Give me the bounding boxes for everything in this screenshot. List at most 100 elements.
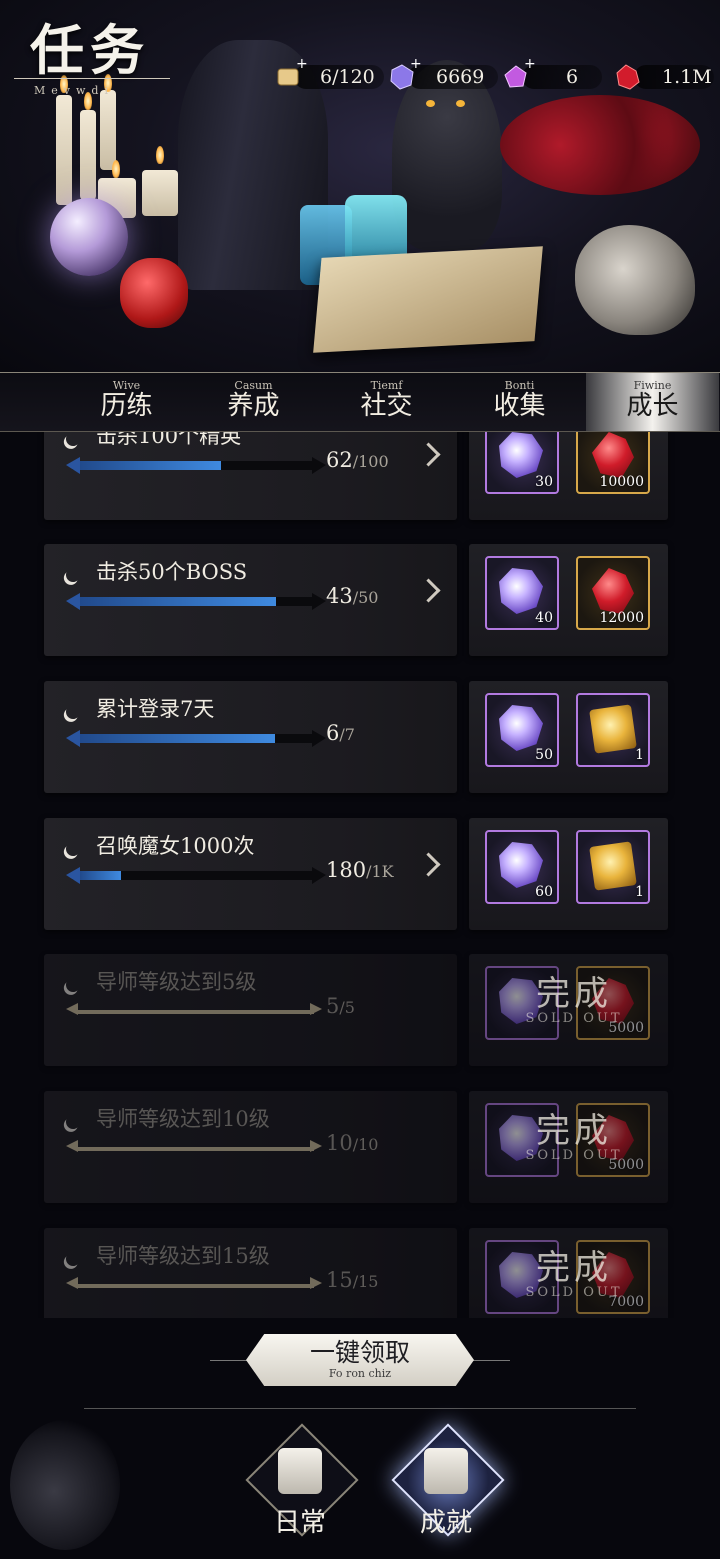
tab-growth[interactable]: Fiwine 成长 <box>586 373 719 431</box>
candle-decoration <box>142 170 178 216</box>
task-name: 召唤魔女1000次 <box>96 834 255 858</box>
page-subtitle: Mevwdi <box>34 84 114 97</box>
progress-current: 6 <box>326 721 340 745</box>
gold-ticket-icon <box>589 704 637 754</box>
task-list[interactable]: 击杀100个精英 62/100 30 10000 击杀50个BOSS 43/50 <box>0 432 720 1318</box>
reward-qty: 60 <box>535 884 553 900</box>
tab-label: 养成 <box>227 391 280 421</box>
reward-item[interactable]: 30 <box>485 432 559 494</box>
task-card[interactable]: 累计登录7天 6/7 <box>44 681 457 793</box>
moon-icon <box>64 432 82 448</box>
progress-bar <box>66 593 326 610</box>
progress-current: 43 <box>326 584 353 608</box>
reward-item[interactable]: 12000 <box>576 556 650 630</box>
stamp-cn: 完成 <box>536 1248 612 1288</box>
chevron-right-icon[interactable] <box>416 442 441 467</box>
moon-icon <box>64 1250 82 1268</box>
progress-bar <box>66 1003 322 1016</box>
task-card[interactable]: 击杀100个精英 62/100 <box>44 432 457 520</box>
moon-icon <box>64 1113 82 1131</box>
task-card: 导师等级达到5级 5/5 <box>44 954 457 1066</box>
chevron-right-icon[interactable] <box>416 578 441 603</box>
reward-qty: 12000 <box>599 610 644 626</box>
nav-daily[interactable]: 日常 <box>240 1420 360 1550</box>
divider-line <box>470 1360 510 1361</box>
rose-decoration <box>10 1420 120 1550</box>
moon-icon <box>64 976 82 994</box>
reward-item[interactable]: 40 <box>485 556 559 630</box>
progress-total: /100 <box>352 452 389 471</box>
reward-item[interactable]: 1 <box>576 830 650 904</box>
claim-all-button[interactable]: 一键领取 Fo ron chiz <box>246 1334 474 1386</box>
moon-icon <box>64 703 82 721</box>
task-row: 召唤魔女1000次 180/1K 60 1 <box>44 818 668 930</box>
task-card[interactable]: 击杀50个BOSS 43/50 <box>44 544 457 656</box>
progress-total: /10 <box>352 1135 379 1154</box>
stamp-en: SOLD OUT <box>525 1285 623 1300</box>
nav-label: 成就 <box>419 1508 472 1538</box>
chevron-right-icon[interactable] <box>416 852 441 877</box>
resource-violet-gem[interactable]: + 6 <box>502 56 602 94</box>
tab-collect[interactable]: Bonti 收集 <box>453 373 586 431</box>
add-icon[interactable]: + <box>410 56 422 72</box>
progress-total: /1K <box>366 862 394 881</box>
task-name: 导师等级达到5级 <box>96 970 257 994</box>
task-card: 导师等级达到10级 10/10 <box>44 1091 457 1203</box>
progress-bar <box>66 867 326 884</box>
page-title-text: 任务 <box>30 18 150 82</box>
task-row-completed: 导师等级达到5级 5/5 5000 完成 SOLD OUT <box>44 954 668 1066</box>
reward-panel: 60 1 <box>469 818 668 930</box>
progress-text: 6/7 <box>326 721 355 745</box>
reward-item[interactable]: 1 <box>576 693 650 767</box>
stamp-en: SOLD OUT <box>525 1011 623 1026</box>
progress-text: 43/50 <box>326 584 378 608</box>
reward-panel: 30 10000 <box>469 432 668 520</box>
progress-fill <box>80 871 121 880</box>
progress-fill <box>80 461 221 470</box>
tab-cultivate[interactable]: Casum 养成 <box>187 373 320 431</box>
task-name: 击杀100个精英 <box>96 432 242 448</box>
task-card[interactable]: 召唤魔女1000次 180/1K <box>44 818 457 930</box>
reward-item[interactable]: 10000 <box>576 432 650 494</box>
red-gem-icon <box>592 432 634 478</box>
task-name: 导师等级达到15级 <box>96 1244 270 1268</box>
task-row-completed: 导师等级达到15级 15/15 7000 完成 SOLD OUT <box>44 1228 668 1318</box>
purple-crystal-icon <box>499 568 543 614</box>
stamp-en: SOLD OUT <box>525 1148 623 1163</box>
tab-social[interactable]: Tiemf 社交 <box>320 373 453 431</box>
progress-current: 180 <box>326 858 367 882</box>
page-title: 任务 Mevwdi <box>14 20 174 100</box>
progress-text: 180/1K <box>326 858 394 882</box>
claim-all-label: 一键领取 <box>309 1338 410 1367</box>
nav-achievement[interactable]: 成就 <box>386 1420 506 1550</box>
reward-item[interactable]: 50 <box>485 693 559 767</box>
reward-item[interactable]: 60 <box>485 830 559 904</box>
progress-total: /50 <box>352 588 379 607</box>
add-icon[interactable]: + <box>524 56 536 72</box>
progress-current: 62 <box>326 448 353 472</box>
candle-flame <box>112 160 120 178</box>
candle-decoration <box>56 95 72 205</box>
task-name: 击杀50个BOSS <box>96 560 248 584</box>
task-row-completed: 导师等级达到10级 10/10 5000 完成 SOLD OUT <box>44 1091 668 1203</box>
reward-panel: 40 12000 <box>469 544 668 656</box>
progress-bar <box>66 1140 322 1153</box>
add-icon[interactable]: + <box>296 56 308 72</box>
nav-label: 日常 <box>273 1508 326 1538</box>
progress-total: /5 <box>339 998 355 1017</box>
progress-current: 10 <box>326 1131 353 1155</box>
reward-qty: 1 <box>635 884 644 900</box>
resource-value: 6669 <box>436 66 485 88</box>
crystal-ball <box>50 198 128 276</box>
stamp-cn: 完成 <box>536 974 612 1014</box>
task-row: 累计登录7天 6/7 50 1 <box>44 681 668 793</box>
resource-stamina[interactable]: + 6/120 <box>274 56 384 94</box>
moon-icon <box>64 566 82 584</box>
tab-label: 社交 <box>360 391 413 421</box>
tab-label: 历练 <box>100 391 153 421</box>
tab-training[interactable]: Wive 历练 <box>60 373 193 431</box>
gold-ticket-icon <box>589 841 637 891</box>
ram-skull <box>575 225 695 335</box>
category-tabs: Wive 历练 Casum 养成 Tiemf 社交 Bonti 收集 Fiwin… <box>0 372 720 432</box>
resource-crystal[interactable]: + 6669 <box>388 56 498 94</box>
